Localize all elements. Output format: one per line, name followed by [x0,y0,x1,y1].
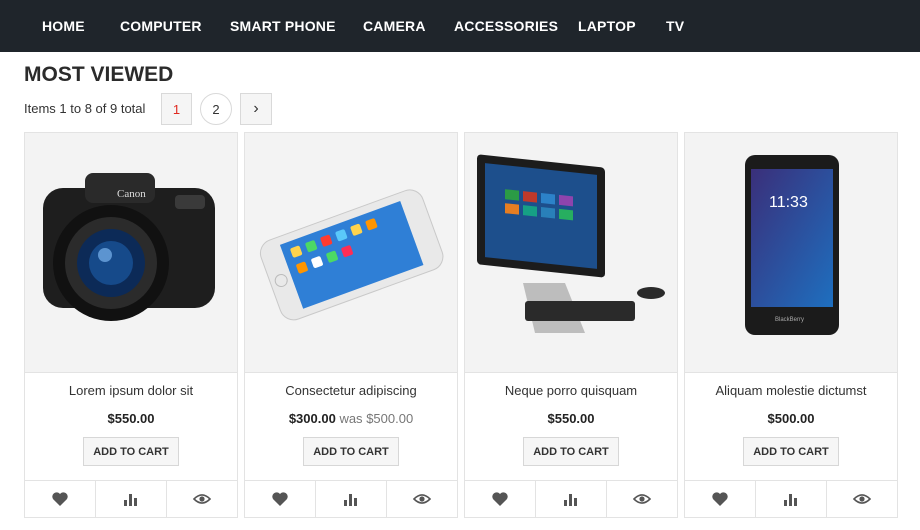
product-image-phone[interactable] [245,133,457,373]
nav-accessories[interactable]: ACCESSORIES [454,18,558,34]
add-to-cart-button[interactable]: ADD TO CART [743,437,839,466]
quick-view-button[interactable] [167,481,237,517]
nav-tv[interactable]: TV [666,18,684,34]
pager-page-1[interactable]: 1 [161,93,192,125]
heart-icon [492,492,508,506]
product-name[interactable]: Consectetur adipiscing [245,383,457,398]
wishlist-button[interactable] [25,481,96,517]
product-name[interactable]: Lorem ipsum dolor sit [25,383,237,398]
price-line: $300.00 was $500.00 [245,411,457,426]
product-price: $550.00 [107,411,155,426]
compare-button[interactable] [756,481,827,517]
old-price: $500.00 [366,411,414,426]
compare-button[interactable] [536,481,607,517]
svg-text:BlackBerry: BlackBerry [775,317,804,323]
price-line: $500.00 [685,411,897,426]
product-card: Neque porro quisquam $550.00 ADD TO CART [464,132,678,518]
camera-image: Canon [43,173,215,321]
bar-chart-icon [344,494,357,506]
nav-laptop[interactable]: LAPTOP [578,18,636,34]
nav-home[interactable]: HOME [42,18,85,34]
add-to-cart-button[interactable]: ADD TO CART [303,437,399,466]
eye-icon [853,494,871,504]
bar-chart-icon [124,494,137,506]
items-count: Items 1 to 8 of 9 total [24,101,146,116]
add-to-cart-button[interactable]: ADD TO CART [523,437,619,466]
product-card: 11:33 BlackBerry Aliquam molestie dictum… [684,132,898,518]
product-price: $550.00 [547,411,595,426]
quick-view-button[interactable] [387,481,457,517]
blackberry-phone-image: 11:33 BlackBerry [745,155,839,335]
product-card: Canon Lorem ipsum dolor sit $550.00 ADD … [24,132,238,518]
bar-chart-icon [784,494,797,506]
price-line: $550.00 [465,411,677,426]
product-name[interactable]: Aliquam molestie dictumst [685,383,897,398]
heart-icon [272,492,288,506]
bar-chart-icon [564,494,577,506]
compare-button[interactable] [316,481,387,517]
product-image-camera[interactable]: Canon [25,133,237,373]
svg-text:11:33: 11:33 [769,194,808,211]
section-title: MOST VIEWED [24,63,174,86]
price-line: $550.00 [25,411,237,426]
product-actions [245,480,457,517]
eye-icon [413,494,431,504]
eye-icon [193,494,211,504]
product-actions [685,480,897,517]
compare-button[interactable] [96,481,167,517]
product-card: Consectetur adipiscing $300.00 was $500.… [244,132,458,518]
old-price-prefix: was [339,411,363,426]
product-actions [465,480,677,517]
nav-computer[interactable]: COMPUTER [120,18,202,34]
eye-icon [633,494,651,504]
product-image-computer[interactable] [465,133,677,373]
pager-page-2[interactable]: 2 [200,93,232,125]
quick-view-button[interactable] [827,481,897,517]
smartphone-image [259,189,444,321]
product-image-blackberry[interactable]: 11:33 BlackBerry [685,133,897,373]
product-price: $500.00 [767,411,815,426]
wishlist-button[interactable] [685,481,756,517]
top-navigation: HOME COMPUTER SMART PHONE CAMERA ACCESSO… [0,0,920,52]
heart-icon [712,492,728,506]
product-actions [25,480,237,517]
quick-view-button[interactable] [607,481,677,517]
wishlist-button[interactable] [245,481,316,517]
heart-icon [52,492,68,506]
pager-next-button[interactable]: › [240,93,272,125]
computer-image [477,154,665,333]
wishlist-button[interactable] [465,481,536,517]
product-price: $300.00 [288,411,336,426]
product-name[interactable]: Neque porro quisquam [465,383,677,398]
nav-camera[interactable]: CAMERA [363,18,426,34]
add-to-cart-button[interactable]: ADD TO CART [83,437,179,466]
nav-smart-phone[interactable]: SMART PHONE [230,18,336,34]
svg-text:Canon: Canon [117,188,146,200]
